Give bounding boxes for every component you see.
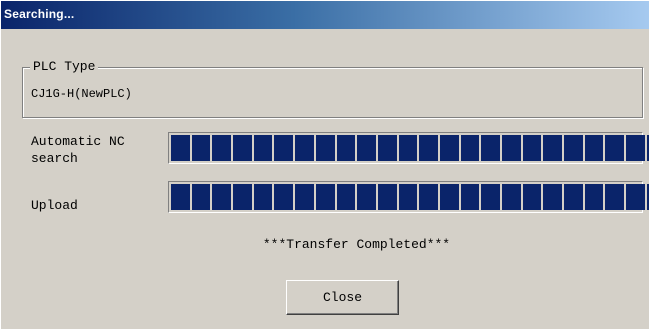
progress-segment — [605, 135, 625, 161]
progress-segment — [336, 184, 356, 210]
progress-segment — [584, 184, 604, 210]
progress-segment — [398, 184, 418, 210]
progress-segment — [481, 184, 500, 210]
progress-segment — [171, 135, 190, 161]
progress-segment — [357, 135, 376, 161]
search-progress-bar — [168, 132, 649, 164]
progress-segment — [522, 135, 542, 161]
upload-progress-bar — [168, 181, 649, 213]
progress-segment — [315, 184, 335, 210]
search-progress-label-line2: search — [31, 151, 78, 166]
progress-segment — [295, 184, 314, 210]
progress-segment — [212, 184, 232, 210]
progress-segment — [398, 135, 418, 161]
progress-segment — [191, 184, 211, 210]
progress-segment — [419, 184, 438, 210]
window-title: Searching... — [4, 7, 75, 21]
transfer-status: ***Transfer Completed*** — [262, 237, 451, 252]
progress-segment — [233, 184, 252, 210]
plc-type-group-label: PLC Type — [30, 59, 99, 75]
progress-segment — [212, 135, 232, 161]
progress-segment — [626, 135, 645, 161]
progress-segment — [460, 184, 480, 210]
progress-segment — [605, 184, 625, 210]
plc-type-value: CJ1G-H(NewPLC) — [31, 87, 132, 101]
progress-segment — [439, 135, 459, 161]
progress-segment — [460, 135, 480, 161]
progress-segment — [522, 184, 542, 210]
progress-segment — [584, 135, 604, 161]
progress-segment — [253, 135, 273, 161]
progress-segment — [315, 135, 335, 161]
progress-segment — [191, 135, 211, 161]
close-button[interactable]: Close — [286, 280, 399, 315]
progress-segment — [274, 135, 294, 161]
progress-segment — [502, 135, 521, 161]
progress-segment — [357, 184, 376, 210]
progress-segment — [171, 184, 190, 210]
searching-dialog: Searching... PLC Type CJ1G-H(NewPLC) Aut… — [0, 0, 649, 329]
search-progress-label: Automatic NC search — [31, 133, 125, 167]
progress-segment — [564, 135, 583, 161]
progress-segment — [295, 135, 314, 161]
progress-segment — [253, 184, 273, 210]
search-progress-label-line1: Automatic NC — [31, 134, 125, 149]
progress-segment — [481, 135, 500, 161]
progress-segment — [564, 184, 583, 210]
progress-segment — [626, 184, 645, 210]
progress-segment — [233, 135, 252, 161]
progress-segment — [502, 184, 521, 210]
title-bar[interactable]: Searching... — [1, 1, 649, 29]
progress-segment — [274, 184, 294, 210]
progress-segment — [377, 135, 397, 161]
upload-progress-label: Upload — [31, 198, 78, 213]
progress-segment — [543, 135, 563, 161]
progress-segment — [336, 135, 356, 161]
progress-segment — [419, 135, 438, 161]
progress-segment — [543, 184, 563, 210]
progress-segment — [377, 184, 397, 210]
progress-segment — [439, 184, 459, 210]
